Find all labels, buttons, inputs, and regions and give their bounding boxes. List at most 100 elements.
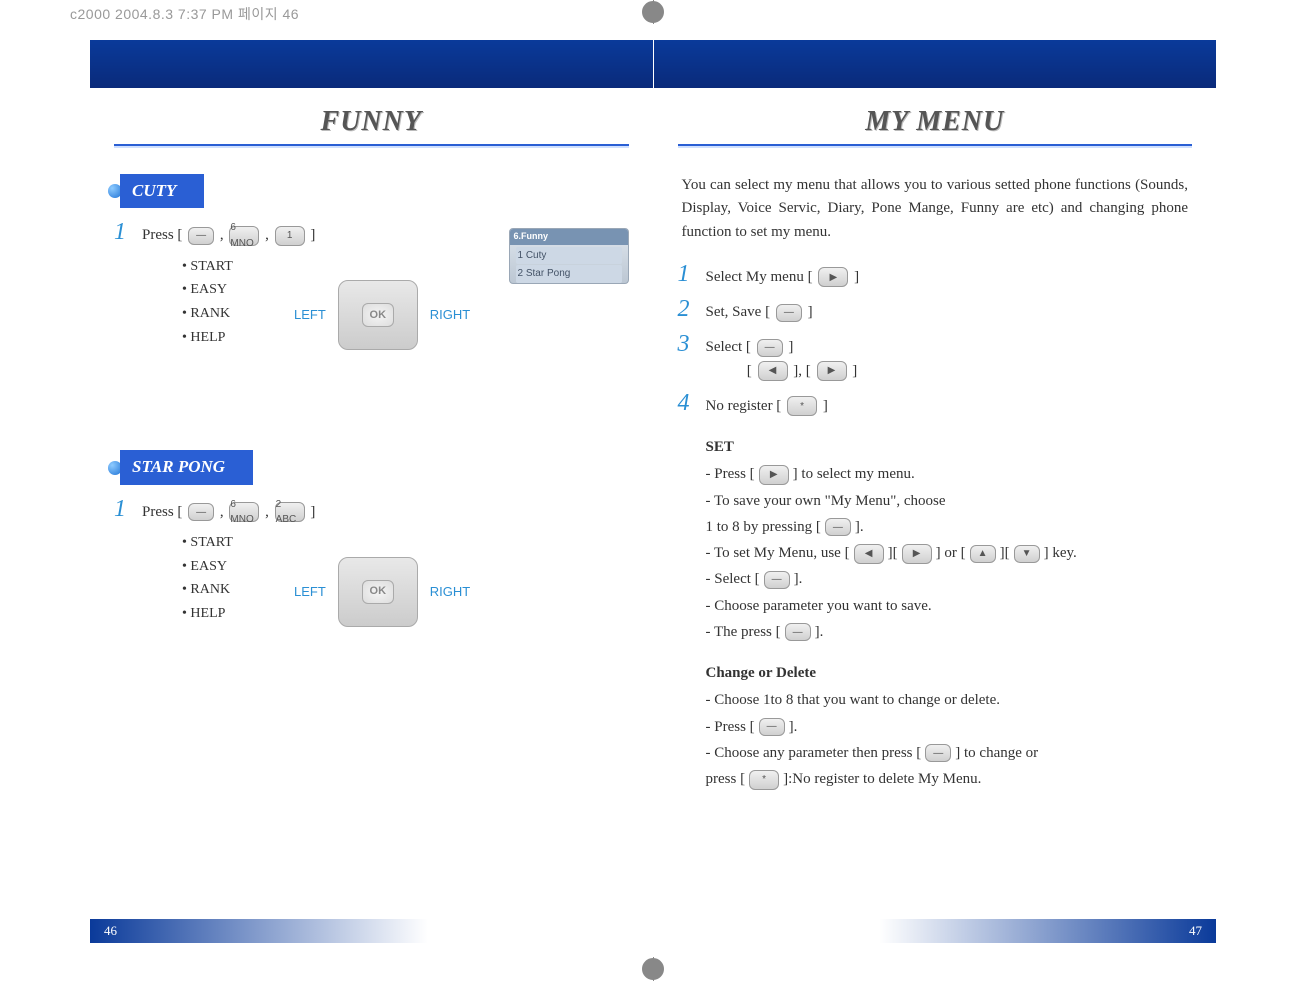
nav-left-icon: ◀ [854,544,884,564]
detail-line: - Choose any parameter then press [ — ] … [706,742,1193,765]
text: ] to change or [955,742,1038,765]
step-text: Select My menu [ ▶ ] [706,262,1193,289]
footer-right: 47 [879,919,1217,943]
nav-left-icon: ◀ [758,361,788,381]
step-number: 1 [114,497,142,521]
text: - To set My Menu, use [ [706,542,850,565]
nav-diagram-starpong: LEFT RIGHT [294,547,629,637]
text: No register [ [706,398,782,414]
star-key-icon: * [749,770,779,790]
softkey-icon: — [825,518,851,536]
step-text: Select [ — ] [ ◀ ], [ ▶ ] [706,332,1193,383]
text: ] key. [1044,542,1077,565]
topbar-right [654,40,1217,88]
content-left: CUTY 6.Funny 1 Cuty 2 Star Pong Back Sel… [90,174,653,637]
nav-right-label: RIGHT [430,582,470,602]
nav-right-label: RIGHT [430,305,470,325]
intro-text: You can select my menu that allows you t… [682,174,1189,244]
text: ][ [888,542,898,565]
text: press [ [706,768,746,791]
text: [ [747,363,752,379]
step-number: 3 [678,332,706,356]
text: ] or [ [936,542,966,565]
text: - Choose any parameter then press [ [706,742,922,765]
softkey-icon: — [759,718,785,736]
detail-line: - Choose 1to 8 that you want to change o… [706,689,1193,712]
step-1-starpong: 1 Press [ — , 6 MNO , 2 ABC ] [114,497,629,524]
lcd-title: 6.Funny [510,229,628,245]
step-3: 3 Select [ — ] [ ◀ ], [ ▶ ] [678,332,1193,383]
nav-diagram-cuty: LEFT RIGHT [294,270,629,360]
text: ]. [855,516,864,539]
page-title-right: MY MENU [654,106,1217,138]
topbar-left [90,40,653,88]
text: ]. [794,568,803,591]
detail-line: - Press [ — ]. [706,716,1193,739]
text: ] to select my menu. [793,463,915,486]
step-text: No register [ * ] [706,391,1193,418]
nav-right-icon: ▶ [818,267,848,287]
text: - The press [ [706,621,781,644]
section-head-cuty: CUTY [114,174,629,208]
text: ]. [789,716,798,739]
step-text: Set, Save [ — ] [706,297,1193,324]
softkey-icon: — [785,623,811,641]
page-title-left: FUNNY [90,106,653,138]
text: Select [ [706,339,751,355]
text: ][ [1000,542,1010,565]
text: 1 to 8 by pressing [ [706,516,821,539]
page-right: MY MENU You can select my menu that allo… [654,28,1217,953]
dpad-icon [338,557,418,627]
press-end: ] [310,227,315,243]
comma: , [265,227,273,243]
text: - Press [ [706,716,755,739]
step-2: 2 Set, Save [ — ] [678,297,1193,324]
set-heading: SET [706,436,1193,459]
star-key-icon: * [787,396,817,416]
detail-line: - To save your own "My Menu", choose [706,490,1193,513]
detail-line: press [ * ]:No register to delete My Men… [706,768,1193,791]
softkey-icon: — [776,304,802,322]
softkey-icon: — [188,227,214,245]
crop-mark-top [641,0,665,24]
title-rule-right [678,144,1193,146]
title-rule-left [114,144,629,146]
section-bar-starpong: STAR PONG [120,450,253,484]
softkey-icon: — [188,503,214,521]
text: ] [788,339,793,355]
nav-right-icon: ▶ [902,544,932,564]
press-label: Press [ [142,504,182,520]
text: Set, Save [ [706,304,771,320]
text: ]. [815,621,824,644]
press-label: Press [ [142,227,182,243]
nav-right-icon: ▶ [817,361,847,381]
key-1-icon: 1 [275,226,305,246]
text: ] [852,363,857,379]
lcd-row: 1 Cuty [516,247,622,265]
detail-line: - Choose parameter you want to save. [706,595,1193,618]
key-6-icon: 6 MNO [229,502,259,522]
nav-left-label: LEFT [294,582,326,602]
section-bar-cuty: CUTY [120,174,204,208]
page-number-left: 46 [104,923,117,939]
softkey-icon: — [764,571,790,589]
page-spread: FUNNY CUTY 6.Funny 1 Cuty 2 Star Pong Ba… [90,28,1216,953]
nav-left-label: LEFT [294,305,326,325]
softkey-icon: — [925,744,951,762]
text: ] [854,269,859,285]
step-number: 4 [678,391,706,415]
press-end: ] [310,504,315,520]
step-1: 1 Select My menu [ ▶ ] [678,262,1193,289]
comma: , [220,227,228,243]
detail-line: - Press [ ▶ ] to select my menu. [706,463,1193,486]
text: Select My menu [ [706,269,813,285]
text: ]:No register to delete My Menu. [783,768,981,791]
text: ] [808,304,813,320]
text: ] [823,398,828,414]
dpad-icon [338,280,418,350]
change-heading: Change or Delete [706,662,1193,685]
key-6-icon: 6 MNO [229,226,259,246]
detail-line: - To set My Menu, use [ ◀ ][ ▶ ] or [ ▲ … [706,542,1193,565]
detail-line: 1 to 8 by pressing [ — ]. [706,516,1193,539]
up-key-icon: ▲ [970,545,996,563]
